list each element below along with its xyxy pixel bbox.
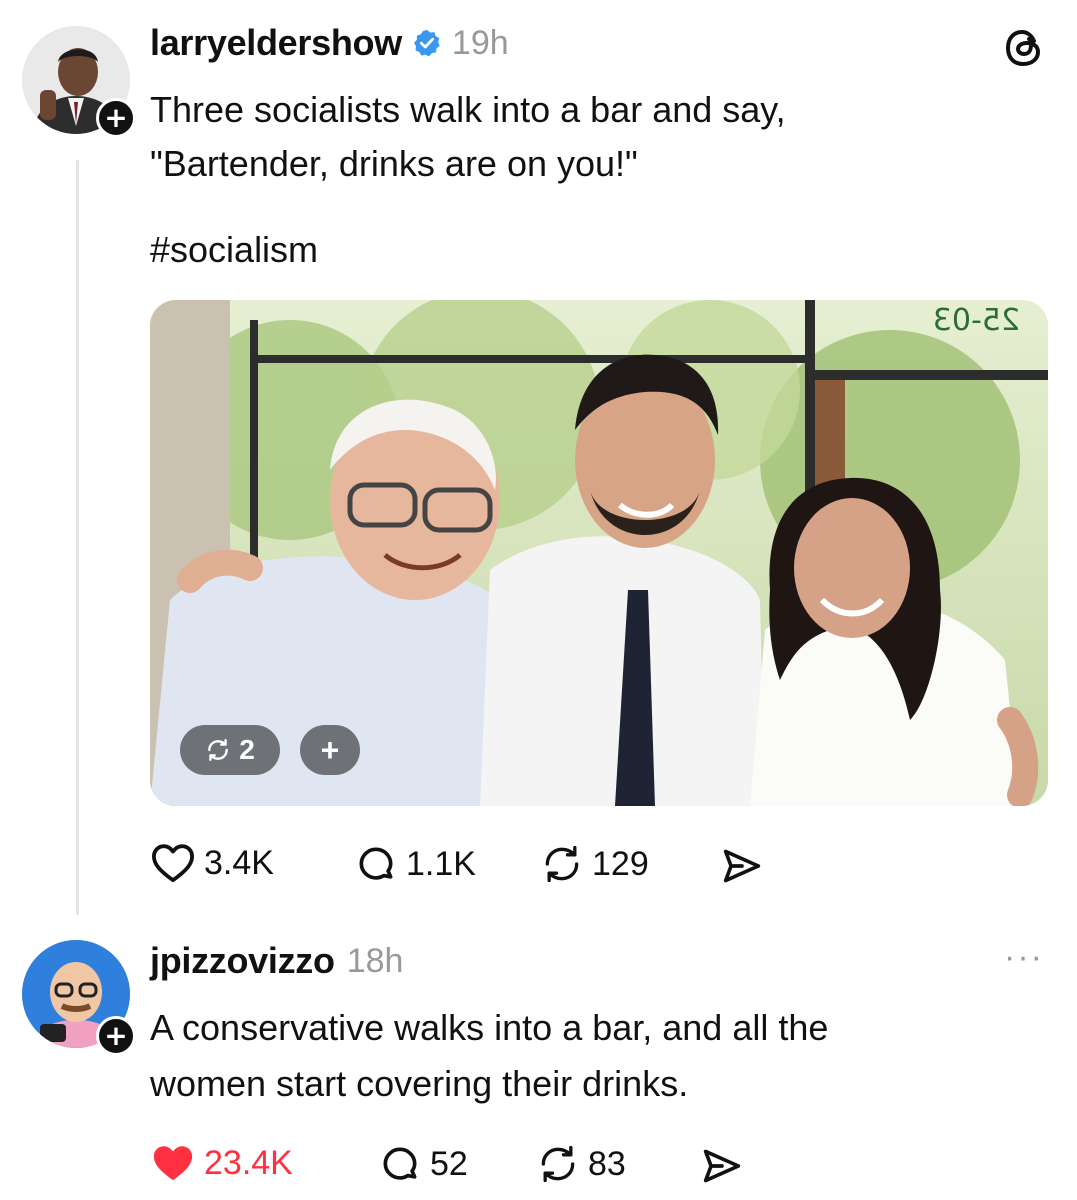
reply-reply-button[interactable]: 52 bbox=[378, 1142, 468, 1186]
reply-text-line-2: women start covering their drinks. bbox=[150, 1063, 689, 1104]
photo-illustration: 25-03 bbox=[150, 300, 1048, 806]
reply-button[interactable]: 1.1K bbox=[354, 842, 476, 886]
repost-count: 2 bbox=[239, 734, 255, 765]
repost-count-text: 129 bbox=[592, 844, 649, 883]
post-photo[interactable]: 25-03 2 + bbox=[150, 300, 1048, 806]
verified-badge-icon bbox=[413, 29, 440, 57]
more-options-icon[interactable]: ··· bbox=[1004, 938, 1044, 977]
reply-like-count: 23.4K bbox=[204, 1143, 293, 1182]
hashtag-link[interactable]: #socialism bbox=[150, 224, 318, 276]
repost-count-pill[interactable]: 2 bbox=[180, 725, 280, 775]
repost-icon bbox=[545, 845, 579, 883]
share-icon[interactable] bbox=[720, 846, 764, 886]
post-username[interactable]: larryeldershow bbox=[150, 22, 402, 64]
follow-plus-icon[interactable]: + bbox=[96, 1016, 136, 1056]
reply-reply-count: 52 bbox=[430, 1144, 468, 1183]
heart-icon bbox=[152, 844, 194, 883]
repost-icon bbox=[541, 1145, 575, 1183]
repost-button[interactable]: 129 bbox=[540, 842, 649, 886]
reply-username[interactable]: jpizzovizzo bbox=[150, 940, 335, 982]
like-count: 3.4K bbox=[204, 843, 274, 882]
heart-filled-icon bbox=[153, 1146, 193, 1181]
reply-repost-button[interactable]: 83 bbox=[536, 1142, 626, 1186]
add-repost-button[interactable]: + bbox=[300, 725, 360, 775]
plus-icon: + bbox=[320, 731, 340, 768]
like-button[interactable]: 3.4K bbox=[150, 842, 274, 884]
follow-plus-icon[interactable]: + bbox=[96, 98, 136, 138]
comment-icon bbox=[383, 1147, 417, 1180]
post-text-line-1: Three socialists walk into a bar and say… bbox=[150, 89, 786, 130]
reply-count: 1.1K bbox=[406, 844, 476, 883]
reply-text-line-1: A conservative walks into a bar, and all… bbox=[150, 1007, 829, 1048]
comment-icon bbox=[359, 847, 393, 880]
share-icon[interactable] bbox=[700, 1146, 744, 1186]
window-sign-text: 25-03 bbox=[933, 303, 1020, 338]
thread-connector bbox=[76, 160, 79, 915]
post-text-line-2: "Bartender, drinks are on you!" bbox=[150, 143, 638, 184]
threads-logo-icon[interactable] bbox=[1000, 24, 1048, 72]
reply-timestamp: 18h bbox=[346, 941, 404, 980]
reply-repost-count: 83 bbox=[588, 1144, 626, 1183]
repost-icon bbox=[208, 739, 229, 761]
reply-like-button[interactable]: 23.4K bbox=[150, 1142, 293, 1184]
post-timestamp: 19h bbox=[451, 23, 509, 62]
